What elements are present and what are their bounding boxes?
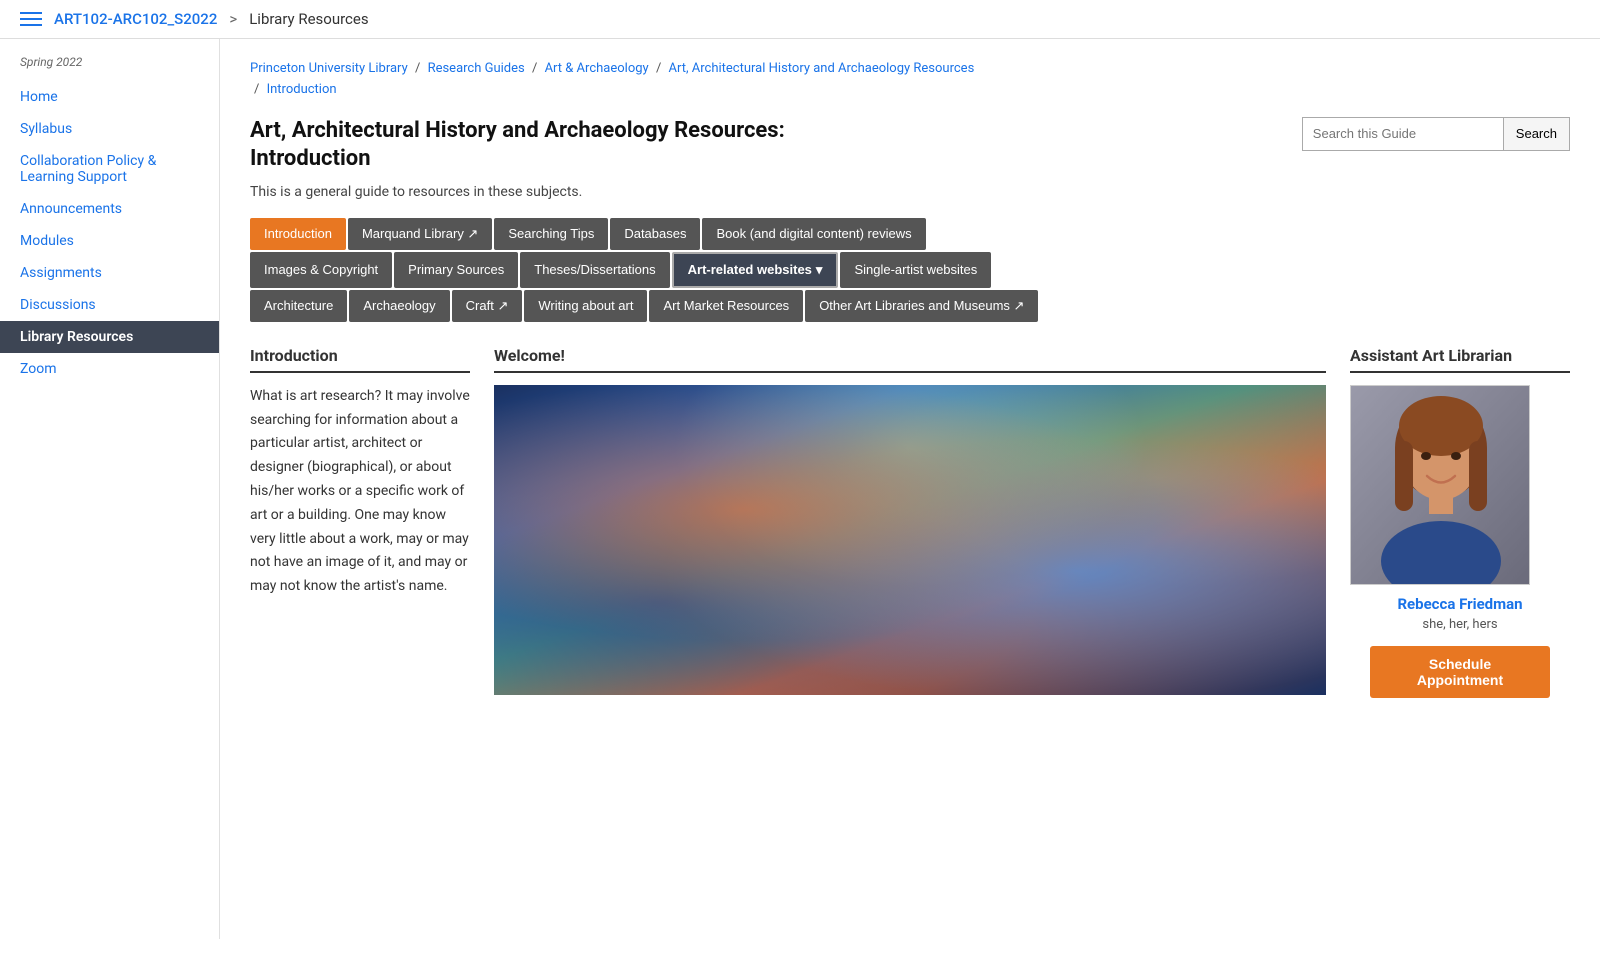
tab-archaeology[interactable]: Archaeology <box>349 290 449 322</box>
welcome-image-inner <box>494 385 1326 695</box>
tab-marquand-library[interactable]: Marquand Library ↗ <box>348 218 492 250</box>
breadcrumb: Princeton University Library / Research … <box>250 59 1570 101</box>
page-layout: Spring 2022 Home Syllabus Collaboration … <box>0 39 1600 939</box>
breadcrumb-princeton[interactable]: Princeton University Library <box>250 61 408 76</box>
sidebar-semester: Spring 2022 <box>0 55 219 81</box>
assistant-name[interactable]: Rebecca Friedman <box>1350 595 1570 613</box>
search-button[interactable]: Search <box>1503 118 1569 150</box>
tab-row-3: Architecture Archaeology Craft ↗ Writing… <box>250 290 1570 322</box>
tab-single-artist-websites[interactable]: Single-artist websites <box>840 252 991 288</box>
page-title: Art, Architectural History and Archaeolo… <box>250 117 890 174</box>
tab-primary-sources[interactable]: Primary Sources <box>394 252 518 288</box>
top-navigation: ART102-ARC102_S2022 > Library Resources <box>0 0 1600 39</box>
course-link[interactable]: ART102-ARC102_S2022 <box>54 10 217 28</box>
main-content: Princeton University Library / Research … <box>220 39 1600 939</box>
tab-introduction[interactable]: Introduction <box>250 218 346 250</box>
sidebar-item-zoom[interactable]: Zoom <box>0 353 219 385</box>
assistant-column: Assistant Art Librarian <box>1350 346 1570 698</box>
search-input[interactable] <box>1303 118 1503 150</box>
introduction-column: Introduction What is art research? It ma… <box>250 346 470 698</box>
content-area: Introduction What is art research? It ma… <box>250 346 1570 698</box>
sidebar-item-discussions[interactable]: Discussions <box>0 289 219 321</box>
assistant-photo <box>1350 385 1530 585</box>
sidebar: Spring 2022 Home Syllabus Collaboration … <box>0 39 220 939</box>
tab-other-art-libraries[interactable]: Other Art Libraries and Museums ↗ <box>805 290 1038 322</box>
breadcrumb-art-archaeology[interactable]: Art & Archaeology <box>545 61 649 76</box>
intro-body: What is art research? It may involve sea… <box>250 385 470 599</box>
sidebar-item-collaboration[interactable]: Collaboration Policy & Learning Support <box>0 145 219 193</box>
breadcrumb-introduction[interactable]: Introduction <box>267 82 337 97</box>
sidebar-item-announcements[interactable]: Announcements <box>0 193 219 225</box>
page-subtitle: This is a general guide to resources in … <box>250 184 1570 200</box>
tab-theses-dissertations[interactable]: Theses/Dissertations <box>520 252 669 288</box>
sidebar-item-assignments[interactable]: Assignments <box>0 257 219 289</box>
tab-databases[interactable]: Databases <box>610 218 700 250</box>
hamburger-menu[interactable] <box>20 12 42 26</box>
tab-row-2: Images & Copyright Primary Sources These… <box>250 252 1570 288</box>
welcome-section-title: Welcome! <box>494 346 1326 373</box>
tab-searching-tips[interactable]: Searching Tips <box>494 218 608 250</box>
intro-section-title: Introduction <box>250 346 470 373</box>
assistant-avatar-svg <box>1351 386 1530 585</box>
sidebar-item-library-resources[interactable]: Library Resources <box>0 321 219 353</box>
tab-writing-about-art[interactable]: Writing about art <box>524 290 647 322</box>
tab-row-1: Introduction Marquand Library ↗ Searchin… <box>250 218 1570 250</box>
nav-current-page: Library Resources <box>249 10 368 28</box>
sidebar-item-modules[interactable]: Modules <box>0 225 219 257</box>
tab-book-reviews[interactable]: Book (and digital content) reviews <box>702 218 925 250</box>
nav-separator: > <box>229 10 237 28</box>
tab-art-market-resources[interactable]: Art Market Resources <box>649 290 803 322</box>
page-title-row: Art, Architectural History and Archaeolo… <box>250 117 1570 174</box>
assistant-pronouns: she, her, hers <box>1350 617 1570 632</box>
tab-architecture[interactable]: Architecture <box>250 290 347 322</box>
sidebar-item-home[interactable]: Home <box>0 81 219 113</box>
schedule-appointment-button[interactable]: Schedule Appointment <box>1370 646 1550 698</box>
breadcrumb-art-arch-resources[interactable]: Art, Architectural History and Archaeolo… <box>669 61 975 76</box>
tab-art-related-websites[interactable]: Art-related websites ▾ <box>672 252 839 288</box>
search-box: Search <box>1302 117 1570 151</box>
sidebar-item-syllabus[interactable]: Syllabus <box>0 113 219 145</box>
welcome-image <box>494 385 1326 695</box>
assistant-section-title: Assistant Art Librarian <box>1350 346 1570 373</box>
breadcrumb-research-guides[interactable]: Research Guides <box>428 61 525 76</box>
welcome-column: Welcome! <box>494 346 1326 698</box>
tab-craft[interactable]: Craft ↗ <box>452 290 523 322</box>
tab-images-copyright[interactable]: Images & Copyright <box>250 252 392 288</box>
